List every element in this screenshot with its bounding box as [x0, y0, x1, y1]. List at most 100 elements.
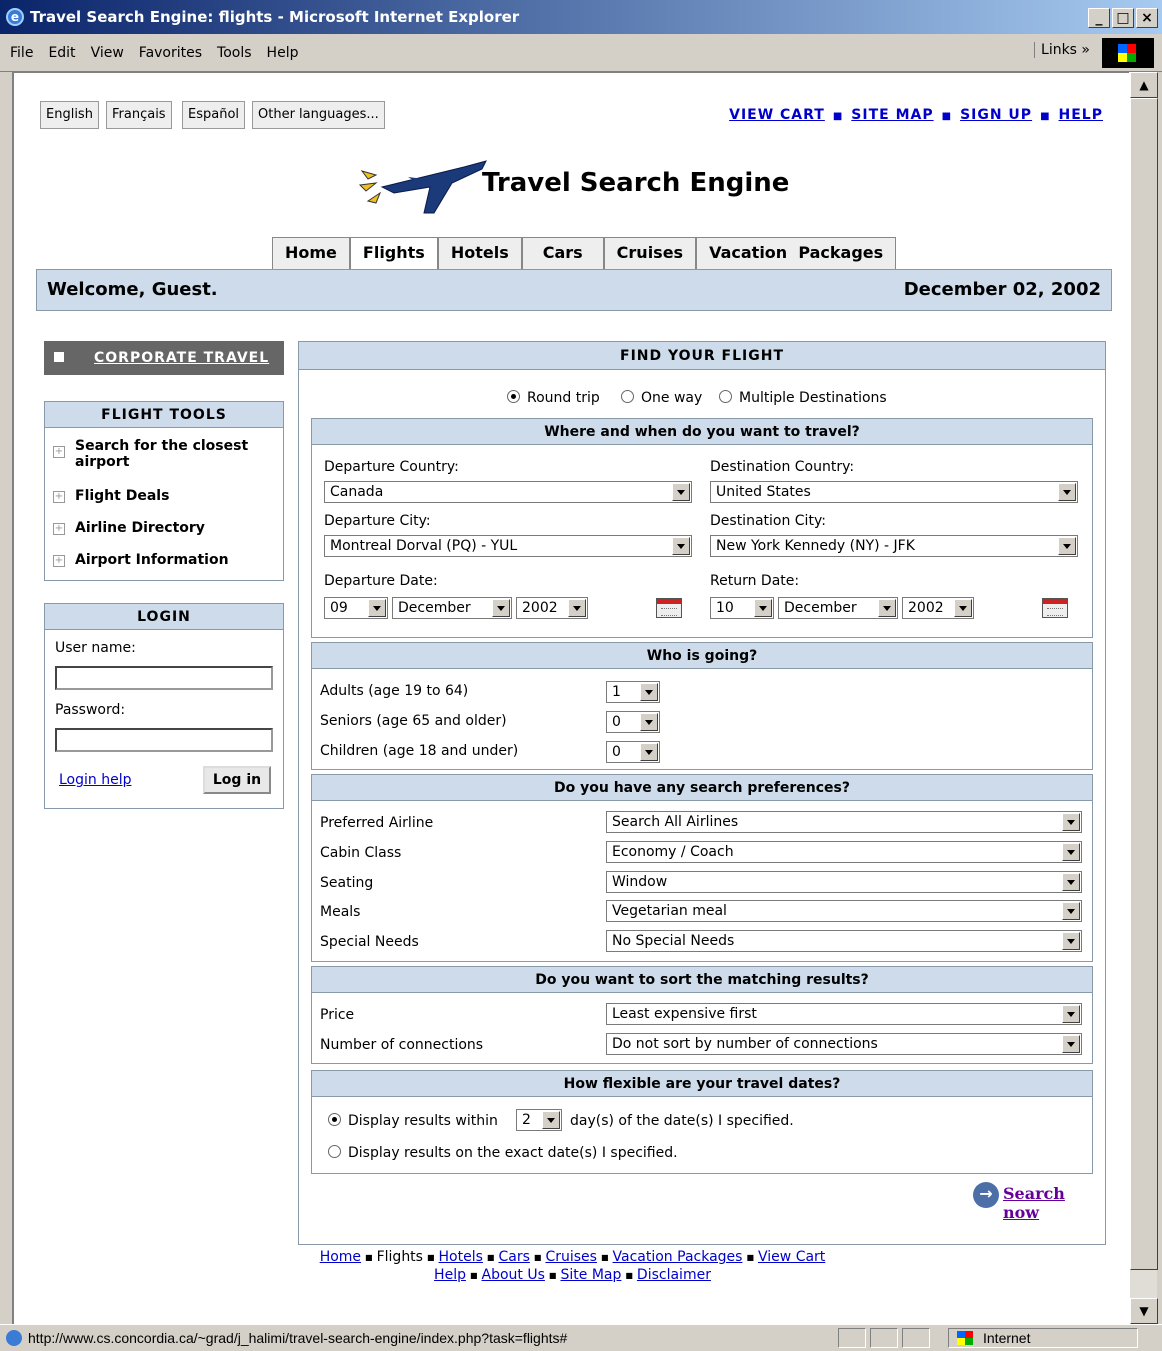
flexible-dates-section: How flexible are your travel dates? Disp… — [311, 1070, 1093, 1174]
flex-within-suffix: day(s) of the date(s) I specified. — [570, 1113, 794, 1129]
round-trip-radio[interactable] — [507, 390, 520, 403]
password-input[interactable] — [55, 728, 273, 752]
footer-vacation-packages-link[interactable]: Vacation Packages — [613, 1249, 743, 1265]
corporate-travel-link[interactable]: CORPORATE TRAVEL — [44, 341, 284, 375]
cabin-class-select[interactable]: Economy / Coach — [606, 841, 1082, 863]
tool-flight-deals-link[interactable]: + Flight Deals — [53, 488, 169, 504]
price-sort-select[interactable]: Least expensive first — [606, 1003, 1082, 1025]
price-sort-label: Price — [320, 1007, 355, 1023]
menu-help[interactable]: Help — [267, 45, 299, 61]
flight-tools-title: FLIGHT TOOLS — [45, 402, 283, 428]
preferred-airline-select[interactable]: Search All Airlines — [606, 811, 1082, 833]
current-date: December 02, 2002 — [903, 279, 1101, 300]
tool-label: Airline Directory — [75, 520, 205, 536]
find-flight-form: FIND YOUR FLIGHT Round trip One way Mult… — [298, 341, 1106, 1245]
seniors-select[interactable]: 0 — [606, 711, 660, 733]
special-needs-select[interactable]: No Special Needs — [606, 930, 1082, 952]
close-button[interactable]: × — [1136, 8, 1158, 28]
flex-days-select[interactable]: 2 — [516, 1109, 562, 1131]
return-calendar-icon[interactable] — [1042, 598, 1068, 618]
departure-year-select[interactable]: 2002 — [516, 597, 588, 619]
multiple-destinations-radio[interactable] — [719, 390, 732, 403]
departure-city-select[interactable]: Montreal Dorval (PQ) - YUL — [324, 535, 692, 557]
footer-about-link[interactable]: About Us — [482, 1267, 545, 1283]
destination-city-select[interactable]: New York Kennedy (NY) - JFK — [710, 535, 1078, 557]
footer-view-cart-link[interactable]: View Cart — [758, 1249, 825, 1265]
footer-site-map-link[interactable]: Site Map — [560, 1267, 621, 1283]
tab-home[interactable]: Home — [272, 237, 350, 269]
select-value: 2002 — [522, 600, 558, 616]
seating-select[interactable]: Window — [606, 871, 1082, 893]
tool-airline-directory-link[interactable]: + Airline Directory — [53, 520, 205, 536]
links-toolbar[interactable]: Links » — [1034, 42, 1090, 58]
separator: ■ — [548, 1270, 557, 1280]
return-year-select[interactable]: 2002 — [902, 597, 974, 619]
footer-hotels-link[interactable]: Hotels — [439, 1249, 483, 1265]
maximize-button[interactable]: □ — [1112, 8, 1134, 28]
lang-english-button[interactable]: English — [40, 101, 99, 129]
destination-country-select[interactable]: United States — [710, 481, 1078, 503]
login-button[interactable]: Log in — [203, 766, 271, 794]
departure-country-select[interactable]: Canada — [324, 481, 692, 503]
footer-help-link[interactable]: Help — [434, 1267, 466, 1283]
footer-disclaimer-link[interactable]: Disclaimer — [637, 1267, 711, 1283]
tab-cruises[interactable]: Cruises — [603, 237, 697, 269]
flex-exact-radio[interactable] — [328, 1145, 341, 1158]
view-cart-link[interactable]: VIEW CART — [729, 107, 825, 123]
tab-vacation-packages[interactable]: Vacation Packages — [696, 237, 897, 269]
menu-view[interactable]: View — [91, 45, 124, 61]
tool-label: airport — [75, 454, 130, 470]
username-input[interactable] — [55, 666, 273, 690]
departure-country-label: Departure Country: — [324, 459, 459, 475]
tab-hotels[interactable]: Hotels — [437, 237, 522, 269]
return-day-select[interactable]: 10 — [710, 597, 774, 619]
footer-cars-link[interactable]: Cars — [498, 1249, 529, 1265]
section-title: Who is going? — [312, 643, 1092, 669]
site-map-link[interactable]: SITE MAP — [851, 107, 933, 123]
chevron-down-icon — [1062, 873, 1080, 891]
lang-french-button[interactable]: Français — [106, 101, 172, 129]
chevron-down-icon — [672, 537, 690, 555]
lang-other-button[interactable]: Other languages... — [252, 101, 385, 129]
meals-select[interactable]: Vegetarian meal — [606, 900, 1082, 922]
help-link[interactable]: HELP — [1059, 107, 1103, 123]
section-title: Do you want to sort the matching results… — [312, 967, 1092, 993]
expand-icon: + — [53, 491, 65, 503]
departure-month-select[interactable]: December — [392, 597, 512, 619]
scroll-thumb[interactable] — [1130, 98, 1158, 1270]
return-month-select[interactable]: December — [778, 597, 898, 619]
tool-closest-airport-link[interactable]: + Search for the closest airport — [53, 438, 248, 470]
children-select[interactable]: 0 — [606, 741, 660, 763]
select-value: Vegetarian meal — [612, 903, 727, 919]
tool-airport-info-link[interactable]: + Airport Information — [53, 552, 229, 568]
footer-cruises-link[interactable]: Cruises — [545, 1249, 597, 1265]
form-title: FIND YOUR FLIGHT — [299, 342, 1105, 370]
one-way-radio[interactable] — [621, 390, 634, 403]
sign-up-link[interactable]: SIGN UP — [960, 107, 1032, 123]
tab-flights[interactable]: Flights — [349, 237, 438, 269]
menu-file[interactable]: File — [10, 45, 33, 61]
menu-favorites[interactable]: Favorites — [139, 45, 202, 61]
connections-sort-select[interactable]: Do not sort by number of connections — [606, 1033, 1082, 1055]
vertical-scrollbar[interactable]: ▲ ▼ — [1129, 72, 1158, 1324]
arrow-right-icon[interactable]: → — [973, 1182, 999, 1208]
tab-cars[interactable]: Cars — [521, 237, 604, 269]
scroll-down-button[interactable]: ▼ — [1130, 1298, 1158, 1324]
menu-edit[interactable]: Edit — [48, 45, 75, 61]
departure-calendar-icon[interactable] — [656, 598, 682, 618]
login-help-link[interactable]: Login help — [59, 772, 131, 788]
minimize-button[interactable]: _ — [1088, 8, 1110, 28]
select-value: 2 — [522, 1112, 531, 1128]
footer-home-link[interactable]: Home — [320, 1249, 361, 1265]
lang-spanish-button[interactable]: Español — [182, 101, 246, 129]
select-value: 09 — [330, 600, 348, 616]
adults-select[interactable]: 1 — [606, 681, 660, 703]
seating-label: Seating — [320, 875, 374, 891]
scroll-up-button[interactable]: ▲ — [1130, 72, 1158, 98]
flex-within-radio[interactable] — [328, 1113, 341, 1126]
search-now-link[interactable]: Search now — [1003, 1184, 1105, 1222]
menu-tools[interactable]: Tools — [217, 45, 252, 61]
departure-day-select[interactable]: 09 — [324, 597, 388, 619]
section-title: Where and when do you want to travel? — [312, 419, 1092, 445]
destination-city-label: Destination City: — [710, 513, 826, 529]
